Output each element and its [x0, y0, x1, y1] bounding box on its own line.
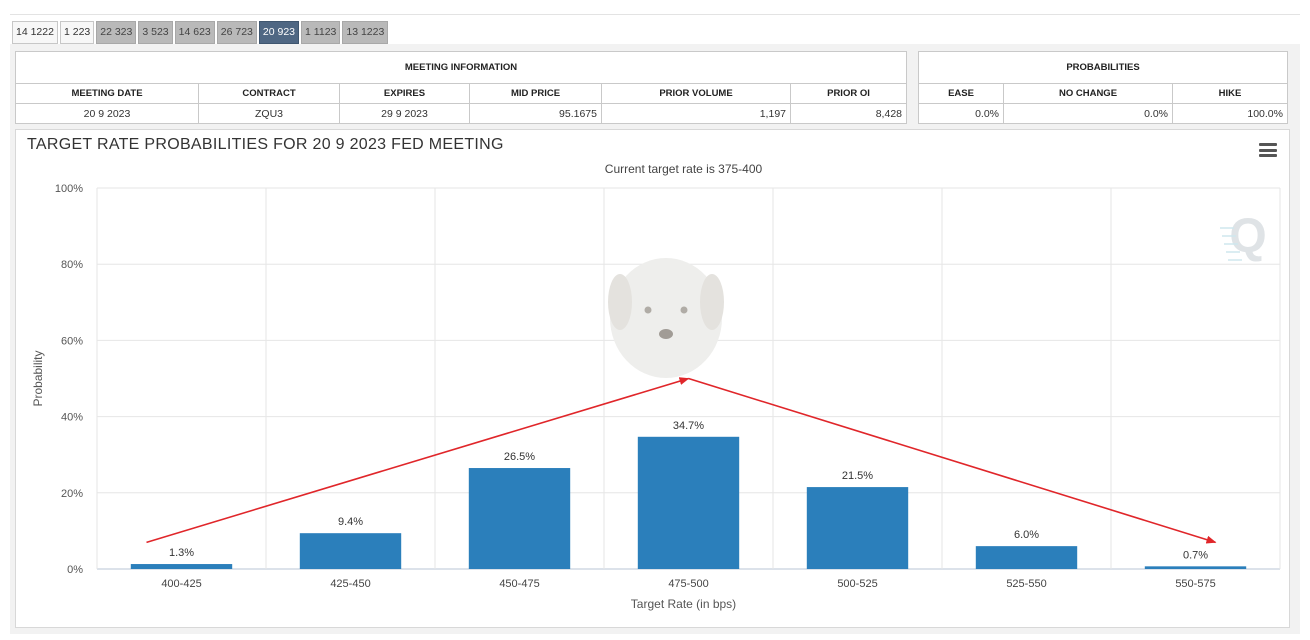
value-prior-volume: 1,197 — [601, 103, 791, 124]
bar-400-425 — [130, 564, 233, 569]
value-ease: 0.0% — [918, 103, 1004, 124]
value-expires: 29 9 2023 — [339, 103, 470, 124]
dog-sticker-eye — [644, 306, 652, 314]
dog-sticker-ear — [608, 274, 632, 330]
header-meeting-date: MEETING DATE — [15, 83, 199, 104]
trend-arrow — [146, 377, 690, 544]
bar-475-500 — [637, 436, 740, 569]
data-label: 0.7% — [1183, 549, 1208, 561]
data-label: 34.7% — [673, 420, 704, 432]
value-contract: ZQU3 — [198, 103, 340, 124]
header-contract: CONTRACT — [198, 83, 340, 104]
x-tick-label: 400-425 — [161, 578, 201, 590]
value-meeting-date: 20 9 2023 — [15, 103, 199, 124]
header-prior-volume: PRIOR VOLUME — [601, 83, 791, 104]
tab-meeting-6-active[interactable]: 20 923 — [258, 21, 300, 44]
y-tick-label: 80% — [61, 259, 83, 271]
bar-550-575 — [1144, 566, 1247, 569]
y-tick-label: 0% — [67, 564, 83, 576]
header-mid-price: MID PRICE — [469, 83, 602, 104]
chart-subtitle: Current target rate is 375-400 — [605, 162, 763, 176]
bar-525-550 — [975, 546, 1078, 569]
tab-meeting-8[interactable]: 13 1223 — [342, 21, 389, 44]
data-label: 6.0% — [1014, 529, 1039, 541]
x-tick-label: 500-525 — [837, 578, 877, 590]
tab-meeting-3[interactable]: 3 523 — [138, 21, 173, 44]
probabilities-table: PROBABILITIES EASE NO CHANGE HIKE 0.0% 0… — [918, 51, 1288, 124]
y-tick-label: 60% — [61, 335, 83, 347]
bar-500-525 — [806, 487, 909, 569]
y-tick-label: 40% — [61, 412, 83, 424]
dog-sticker-eye — [680, 306, 688, 314]
chart-title: TARGET RATE PROBABILITIES FOR 20 9 2023 … — [27, 136, 504, 153]
chart-container: 0% 20% 40% 60% 80% 100% 1.3% 400-425 9.4% 425-450… — [15, 129, 1290, 628]
header-ease: EASE — [918, 83, 1004, 104]
tab-meeting-4[interactable]: 14 623 — [174, 21, 215, 44]
data-label: 26.5% — [504, 451, 535, 463]
y-tick-label: 20% — [61, 488, 83, 500]
probabilities-title: PROBABILITIES — [918, 51, 1288, 84]
header-expires: EXPIRES — [339, 83, 470, 104]
value-mid-price: 95.1675 — [469, 103, 602, 124]
dog-sticker-ear — [700, 274, 724, 330]
tab-meeting-0[interactable]: 14 1222 — [12, 21, 58, 44]
meeting-date-tabs: 14 1222 1 223 22 323 3 523 14 623 26 723… — [12, 21, 389, 44]
data-label: 1.3% — [169, 547, 194, 559]
x-tick-label: 475-500 — [668, 578, 708, 590]
hamburger-menu-icon[interactable] — [1259, 143, 1277, 157]
y-tick-label: 100% — [55, 183, 83, 195]
x-tick-label: 425-450 — [330, 578, 370, 590]
dog-sticker-nose — [659, 329, 673, 339]
data-label: 21.5% — [842, 470, 873, 482]
value-no-change: 0.0% — [1003, 103, 1173, 124]
data-label: 9.4% — [338, 516, 363, 528]
trend-arrow — [688, 377, 1217, 544]
bar-450-475 — [468, 468, 571, 569]
tab-meeting-2[interactable]: 22 323 — [96, 21, 137, 44]
x-axis-title: Target Rate (in bps) — [631, 597, 736, 611]
header-hike: HIKE — [1172, 83, 1288, 104]
y-axis-title: Probability — [31, 350, 45, 406]
x-tick-label: 550-575 — [1175, 578, 1215, 590]
bar-425-450 — [299, 533, 402, 569]
top-divider — [10, 14, 1300, 15]
tab-meeting-7[interactable]: 1 1123 — [301, 21, 341, 44]
x-tick-label: 450-475 — [499, 578, 539, 590]
tab-meeting-5[interactable]: 26 723 — [216, 21, 257, 44]
header-prior-oi: PRIOR OI — [790, 83, 907, 104]
value-prior-oi: 8,428 — [790, 103, 907, 124]
meeting-information-title: MEETING INFORMATION — [15, 51, 907, 84]
x-tick-label: 525-550 — [1006, 578, 1046, 590]
value-hike: 100.0% — [1172, 103, 1288, 124]
tab-meeting-1[interactable]: 1 223 — [59, 21, 95, 44]
meeting-information-table: MEETING INFORMATION MEETING DATE CONTRAC… — [15, 51, 907, 124]
probability-chart: 0% 20% 40% 60% 80% 100% 1.3% 400-425 9.4% 425-450… — [31, 162, 1281, 611]
header-no-change: NO CHANGE — [1003, 83, 1173, 104]
